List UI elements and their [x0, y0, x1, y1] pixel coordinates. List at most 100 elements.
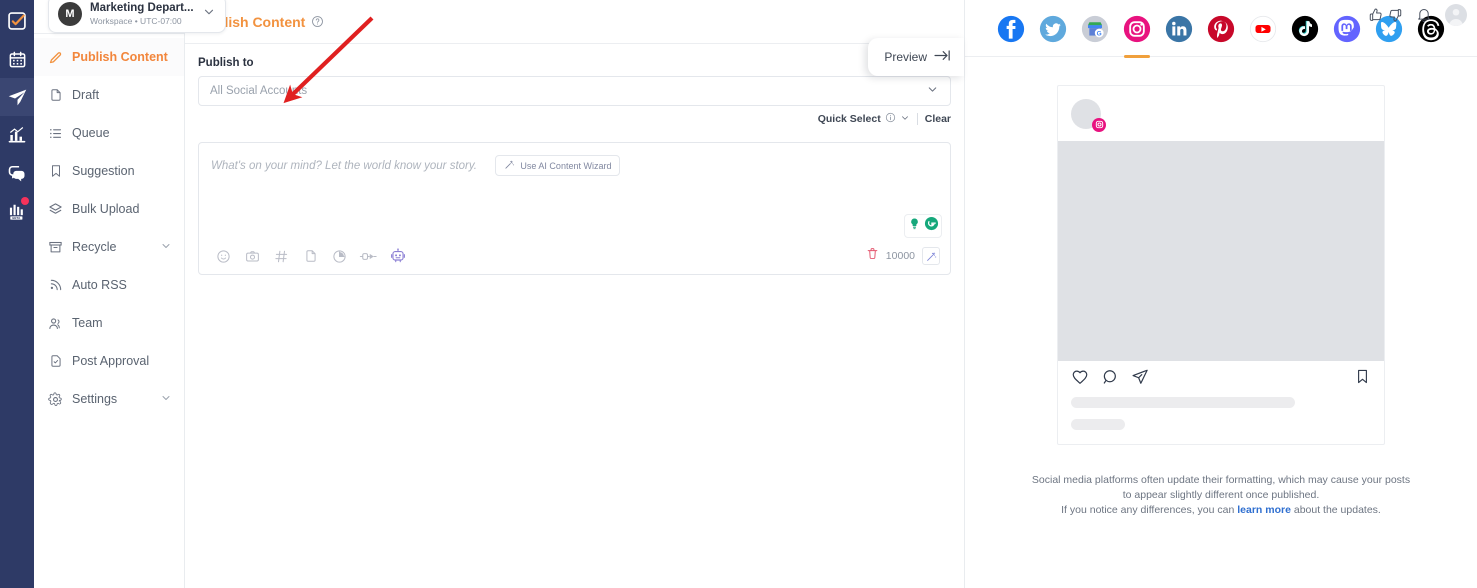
emoji-icon[interactable] — [209, 244, 238, 268]
sidebar-item-draft[interactable]: Draft — [34, 76, 184, 114]
publish-content-panel: Publish Content Publish to All Social Ac… — [185, 0, 965, 588]
quick-select-button[interactable]: Quick Select — [818, 112, 910, 126]
sidebar-item-bulk-upload[interactable]: Bulk Upload — [34, 190, 184, 228]
network-tab-google-business[interactable]: G — [1081, 15, 1109, 43]
chevron-down-icon[interactable] — [160, 240, 172, 255]
bookmark-icon — [48, 164, 63, 179]
question-circle-icon[interactable] — [311, 15, 324, 28]
rail-badge-dot — [21, 197, 29, 205]
notice-line-1: Social media platforms often update thei… — [1031, 474, 1411, 486]
instagram-icon — [1123, 15, 1151, 43]
panel-body: Publish to All Social Accounts Quick Sel… — [185, 44, 964, 275]
pie-chart-icon[interactable] — [325, 244, 354, 268]
network-tab-youtube[interactable] — [1249, 15, 1277, 43]
sidebar-item-publish-content[interactable]: Publish Content — [34, 38, 184, 76]
chevron-down-icon[interactable] — [160, 392, 172, 407]
rail-item-calendar[interactable] — [0, 40, 34, 78]
thumbs-down-icon[interactable] — [1387, 7, 1403, 23]
rail-item-compose-logo[interactable] — [0, 2, 34, 40]
paper-plane-icon — [8, 89, 26, 105]
heart-icon[interactable] — [1071, 368, 1089, 391]
preview-button[interactable]: Preview — [868, 38, 964, 76]
network-tab-tiktok[interactable] — [1291, 15, 1319, 43]
account-select-placeholder: All Social Accounts — [210, 85, 308, 97]
camera-icon[interactable] — [238, 244, 267, 268]
sidebar-item-label: Post Approval — [72, 354, 150, 368]
layers-icon — [48, 202, 63, 217]
composer-toolbar: 10000 — [199, 238, 950, 274]
rail-item-reports-beta[interactable]: BETA — [0, 192, 34, 230]
learn-more-link[interactable]: learn more — [1237, 504, 1291, 516]
share-icon[interactable] — [1131, 368, 1149, 391]
archive-icon — [48, 240, 63, 255]
svg-text:G: G — [1097, 30, 1102, 37]
sidebar-item-label: Queue — [72, 126, 110, 140]
network-tab-twitter[interactable] — [1039, 15, 1067, 43]
document-check-icon — [48, 354, 63, 369]
sidebar-item-label: Publish Content — [72, 50, 168, 64]
tiktok-icon — [1291, 15, 1319, 43]
robot-icon[interactable] — [383, 244, 412, 268]
sidebar-item-settings[interactable]: Settings — [34, 380, 184, 418]
sidebar-item-suggestion[interactable]: Suggestion — [34, 152, 184, 190]
composer-text-area[interactable]: What's on your mind? Let the world know … — [199, 143, 950, 238]
ai-wizard-label: Use AI Content Wizard — [520, 160, 612, 171]
document-icon — [48, 88, 63, 103]
character-limit: 10000 — [885, 250, 915, 262]
sidebar-item-queue[interactable]: Queue — [34, 114, 184, 152]
network-tab-mastodon[interactable] — [1333, 15, 1361, 43]
account-select[interactable]: All Social Accounts — [198, 76, 951, 106]
sidebar-item-team[interactable]: Team — [34, 304, 184, 342]
grammarly-widget[interactable] — [904, 214, 942, 238]
avatar — [1071, 98, 1106, 132]
notice-line-2: to appear slightly different once publis… — [1122, 489, 1320, 501]
thumbs-up-icon[interactable] — [1368, 7, 1384, 23]
rail-item-publish[interactable] — [0, 78, 34, 116]
twitter-icon — [1039, 15, 1067, 43]
network-tab-facebook[interactable] — [997, 15, 1025, 43]
rail-item-inbox[interactable] — [0, 154, 34, 192]
mastodon-icon — [1333, 15, 1361, 43]
grammarly-g-icon — [924, 216, 939, 236]
sidebar-item-recycle[interactable]: Recycle — [34, 228, 184, 266]
quick-select-label: Quick Select — [817, 113, 881, 125]
preview-panel: G Social media platforms often update th… — [965, 0, 1477, 588]
network-tab-pinterest[interactable] — [1207, 15, 1235, 43]
app-root: BETA Publish Content Draft Queue Suggest… — [0, 0, 1477, 588]
composer-placeholder: What's on your mind? Let the world know … — [211, 159, 477, 172]
sidebar-item-post-approval[interactable]: Post Approval — [34, 342, 184, 380]
magic-wand-button[interactable] — [922, 247, 940, 265]
comment-icon[interactable] — [1101, 368, 1119, 391]
magic-wand-icon — [504, 159, 515, 172]
workspace-switcher[interactable]: M Marketing Depart... Workspace • UTC-07… — [48, 0, 226, 33]
network-tab-instagram[interactable] — [1123, 15, 1151, 58]
trash-icon[interactable] — [866, 247, 879, 265]
clear-button[interactable]: Clear — [925, 113, 951, 125]
post-composer: What's on your mind? Let the world know … — [198, 142, 951, 275]
list-icon — [48, 126, 63, 141]
document-icon[interactable] — [296, 244, 325, 268]
icon-rail: BETA — [0, 0, 34, 588]
chevron-down-icon — [926, 83, 939, 99]
post-actions — [1058, 361, 1384, 397]
sidebar-item-label: Bulk Upload — [72, 202, 140, 216]
preview-label: Preview — [884, 50, 927, 64]
arrow-to-right-icon — [934, 49, 951, 65]
linkedin-icon — [1165, 15, 1193, 43]
ai-content-wizard-button[interactable]: Use AI Content Wizard — [495, 155, 621, 176]
plug-icon[interactable] — [354, 244, 383, 268]
sidebar-item-label: Auto RSS — [72, 278, 127, 292]
user-avatar-icon[interactable] — [1445, 4, 1467, 26]
quick-select-row: Quick Select Clear — [198, 112, 951, 126]
bar-chart-icon — [8, 127, 26, 143]
bell-icon[interactable] — [1416, 7, 1432, 23]
hashtag-icon[interactable] — [267, 244, 296, 268]
rail-item-analytics[interactable] — [0, 116, 34, 154]
publish-to-label: Publish to — [198, 57, 254, 69]
bookmark-icon[interactable] — [1354, 368, 1371, 390]
sidebar-item-auto-rss[interactable]: Auto RSS — [34, 266, 184, 304]
network-tab-linkedin[interactable] — [1165, 15, 1193, 43]
post-header — [1058, 86, 1384, 141]
workspace-subtitle: Workspace • UTC-07:00 — [90, 15, 182, 26]
gear-icon — [48, 391, 63, 407]
